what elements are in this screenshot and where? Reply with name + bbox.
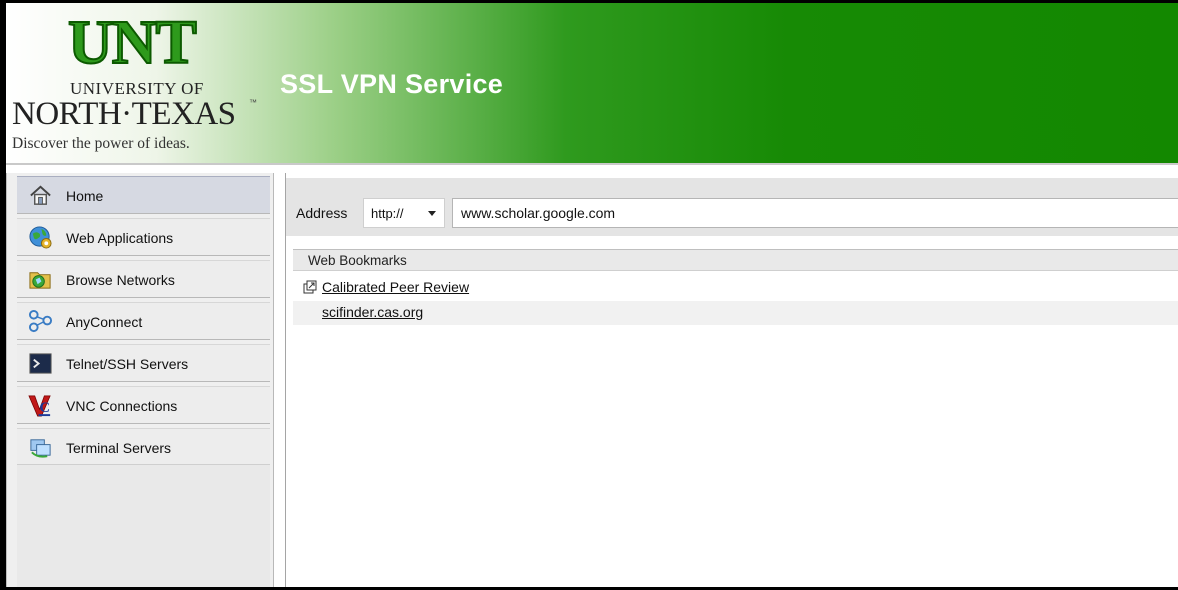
external-link-icon xyxy=(303,280,317,294)
sidebar-item-label: AnyConnect xyxy=(66,314,143,330)
sidebar-item-label: Browse Networks xyxy=(66,272,175,288)
unt-logo[interactable]: UNT UNIVERSITY OF NORTH·TEXAS ™ Discover… xyxy=(10,9,262,159)
service-title: SSL VPN Service xyxy=(280,69,504,99)
sidebar-item-home[interactable]: Home xyxy=(17,176,270,214)
sidebar-item-terminal-servers[interactable]: Terminal Servers xyxy=(17,428,270,466)
globe-gear-icon xyxy=(29,226,52,249)
vnc-icon: C xyxy=(28,395,51,417)
logo-acronym: UNT xyxy=(67,9,198,77)
bookmark-link[interactable]: Calibrated Peer Review xyxy=(322,279,469,295)
address-label: Address xyxy=(296,205,348,221)
sidebar-item-label: Terminal Servers xyxy=(66,440,172,456)
network-folder-icon xyxy=(29,272,51,289)
url-input[interactable] xyxy=(452,198,1178,228)
protocol-select[interactable]: http:// xyxy=(363,198,445,228)
logo-tagline: Discover the power of ideas. xyxy=(12,135,190,152)
vpn-portal-window: UNT UNIVERSITY OF NORTH·TEXAS ™ Discover… xyxy=(6,3,1178,587)
logo-trademark: ™ xyxy=(249,98,257,107)
sidebar-item-label: Telnet/SSH Servers xyxy=(66,356,189,372)
chevron-down-icon xyxy=(428,211,436,216)
sidebar-nav: Home Web Applications Browse Networks An… xyxy=(6,173,274,587)
sidebar-item-label: Web Applications xyxy=(66,230,174,246)
sidebar-item-label: Home xyxy=(66,188,104,204)
bookmarks-title: Web Bookmarks xyxy=(308,253,407,268)
main-content: Address http:// Web Bookmarks Calibrated… xyxy=(285,173,1178,587)
address-bar: Address http:// xyxy=(286,178,1178,236)
sidebar-item-browse-networks[interactable]: Browse Networks xyxy=(17,260,270,298)
bookmark-link[interactable]: scifinder.cas.org xyxy=(322,304,423,320)
sidebar-item-telnet-ssh[interactable]: Telnet/SSH Servers xyxy=(17,344,270,382)
terminal-server-icon xyxy=(30,439,51,458)
sidebar-empty-area xyxy=(17,464,270,587)
bookmark-row: Calibrated Peer Review xyxy=(293,276,1178,300)
bookmarks-header: Web Bookmarks xyxy=(293,249,1178,271)
logo-university-line2: NORTH·TEXAS xyxy=(12,96,236,132)
sidebar-item-anyconnect[interactable]: AnyConnect xyxy=(17,302,270,340)
sidebar-item-web-applications[interactable]: Web Applications xyxy=(17,218,270,256)
sidebar-item-vnc-connections[interactable]: C VNC Connections xyxy=(17,386,270,424)
header-banner: UNT UNIVERSITY OF NORTH·TEXAS ™ Discover… xyxy=(6,3,1178,165)
svg-text:C: C xyxy=(40,400,50,416)
sidebar-item-label: VNC Connections xyxy=(66,398,178,414)
protocol-value: http:// xyxy=(371,206,404,221)
terminal-icon xyxy=(29,353,52,374)
bookmark-row: scifinder.cas.org xyxy=(293,301,1178,325)
anyconnect-icon xyxy=(28,309,53,333)
home-icon xyxy=(30,185,51,205)
